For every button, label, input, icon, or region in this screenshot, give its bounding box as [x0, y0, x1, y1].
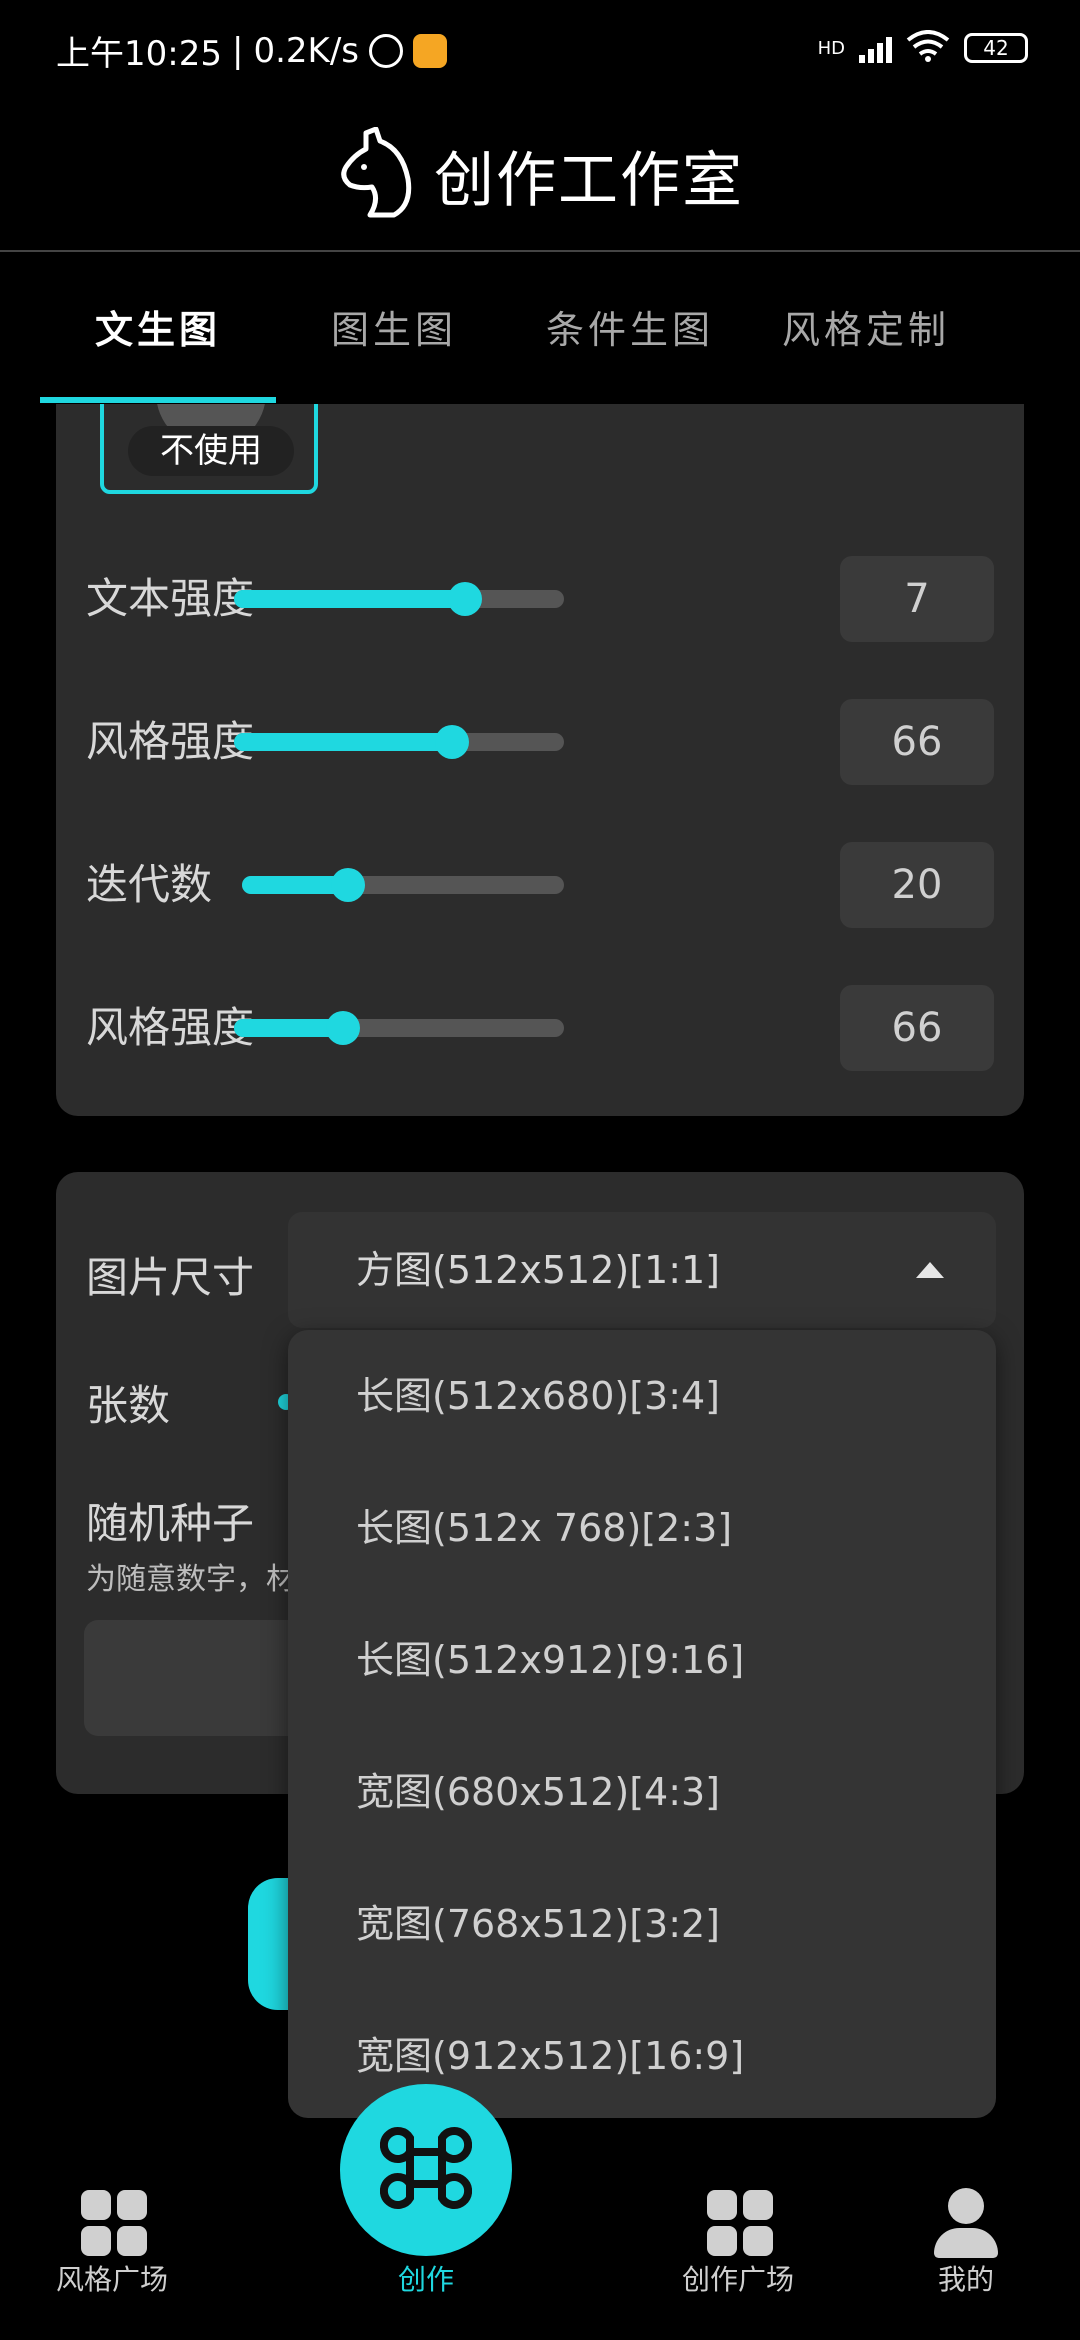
slider-fill — [234, 590, 465, 608]
tab-image-to-image[interactable]: 图生图 — [276, 258, 512, 403]
slider-label: 迭代数 — [86, 860, 213, 909]
style-strength-slider[interactable] — [234, 725, 564, 759]
command-icon — [379, 2122, 473, 2218]
tab-conditional-image[interactable]: 条件生图 — [512, 258, 748, 403]
slider-fill — [234, 733, 452, 751]
status-time: 上午10:25 — [56, 34, 222, 74]
nav-label: 创作广场 — [681, 2263, 794, 2296]
slider-row-style-strength-2: 风格强度 66 — [86, 985, 994, 1071]
network-type: HD — [817, 37, 845, 59]
style-option-label: 不使用 — [128, 426, 294, 476]
size-option[interactable]: 宽图(680x512)[4:3] — [356, 1726, 976, 1858]
random-seed-hint: 为随意数字，材 — [86, 1562, 296, 1597]
iterations-value[interactable]: 20 — [840, 842, 994, 928]
nav-label: 我的 — [937, 2263, 994, 2296]
battery-icon: 42 — [964, 33, 1028, 63]
status-right: HD 42 — [818, 30, 1028, 66]
image-size-selected: 方图(512x512)[1:1] — [356, 1248, 721, 1292]
tab-bar: 文生图 图生图 条件生图 风格定制 — [0, 258, 1080, 403]
caret-up-icon — [916, 1262, 944, 1278]
iterations-slider[interactable] — [242, 868, 564, 902]
slider-label: 风格强度 — [86, 1003, 255, 1052]
slider-row-text-strength: 文本强度 7 — [86, 556, 994, 642]
style-strength-slider-2[interactable] — [234, 1011, 564, 1045]
grid-icon — [81, 2190, 147, 2256]
nav-label: 创作 — [397, 2263, 454, 2296]
slider-knob[interactable] — [434, 725, 469, 759]
slider-knob[interactable] — [448, 582, 482, 616]
random-seed-label: 随机种子 — [86, 1499, 255, 1548]
alarm-icon — [369, 33, 403, 68]
slider-knob[interactable] — [325, 1011, 360, 1045]
size-option[interactable]: 长图(512x912)[9:16] — [356, 1594, 976, 1726]
status-left: 上午10:25 | 0.2K/s — [56, 26, 447, 75]
status-net-speed: 0.2K/s — [253, 30, 359, 71]
horse-head-icon — [336, 126, 416, 223]
wifi-icon — [906, 30, 950, 66]
status-bar: 上午10:25 | 0.2K/s HD 42 — [0, 0, 1080, 96]
size-option[interactable]: 长图(512x680)[3:4] — [356, 1330, 976, 1462]
image-size-dropdown: 长图(512x680)[3:4] 长图(512x 768)[2:3] 长图(51… — [288, 1330, 996, 2118]
slider-row-style-strength: 风格强度 66 — [86, 699, 994, 785]
size-option[interactable]: 宽图(768x512)[3:2] — [356, 1858, 976, 1990]
style-strength-value[interactable]: 66 — [840, 699, 994, 785]
slider-row-iterations: 迭代数 20 — [86, 842, 994, 928]
person-icon-body — [934, 2228, 998, 2258]
size-option[interactable]: 长图(512x 768)[2:3] — [356, 1462, 976, 1594]
slider-knob[interactable] — [331, 868, 366, 902]
grid-icon — [707, 2190, 773, 2256]
notification-app-icon — [413, 33, 447, 68]
slider-label: 文本强度 — [86, 574, 255, 623]
create-fab[interactable] — [340, 2084, 512, 2256]
style-option-none[interactable]: 不使用 — [100, 404, 318, 494]
image-size-select[interactable]: 方图(512x512)[1:1] — [288, 1212, 996, 1328]
parameters-panel: 不使用 文本强度 7 风格强度 66 迭代数 20 风格强度 66 — [56, 404, 1024, 1116]
status-separator: | — [231, 30, 244, 71]
person-icon — [948, 2188, 984, 2224]
text-strength-value[interactable]: 7 — [840, 556, 994, 642]
tab-text-to-image[interactable]: 文生图 — [40, 258, 276, 403]
image-count-label: 张数 — [86, 1381, 171, 1430]
slider-label: 风格强度 — [86, 717, 255, 766]
text-strength-slider[interactable] — [234, 582, 564, 616]
tab-style-customize[interactable]: 风格定制 — [748, 258, 984, 403]
signal-icon — [859, 33, 892, 63]
style-strength-value-2[interactable]: 66 — [840, 985, 994, 1071]
app-header: 创作工作室 — [0, 100, 1080, 252]
bottom-nav: 风格广场 创作 创作广场 我的 — [0, 2150, 1080, 2340]
image-size-label: 图片尺寸 — [86, 1253, 255, 1302]
page-title: 创作工作室 — [434, 145, 744, 216]
nav-label: 风格广场 — [55, 2263, 168, 2296]
